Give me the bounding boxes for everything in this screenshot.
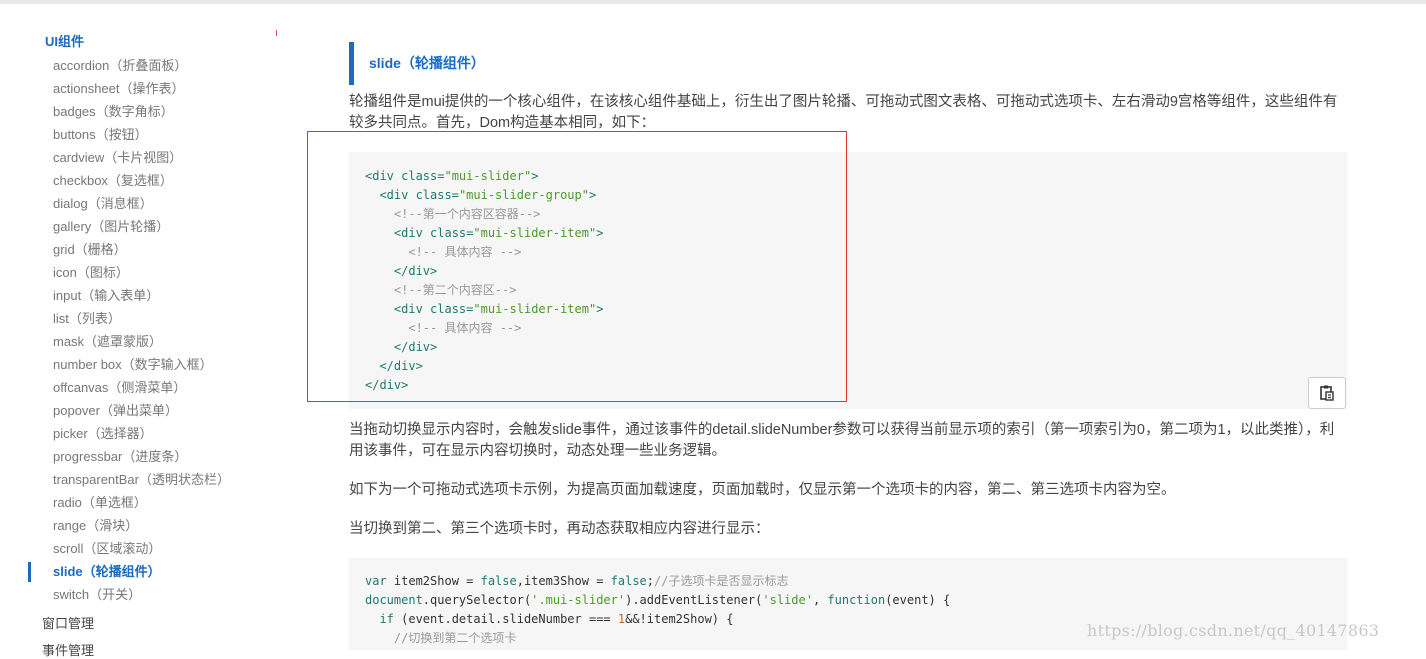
code-token: false (480, 574, 517, 588)
sidebar-section-title[interactable]: UI组件 (45, 31, 84, 50)
code-token: ,item3Show = (516, 574, 611, 588)
watermark-url: https://blog.csdn.net/qq_40147863 (1087, 621, 1380, 640)
sidebar-item[interactable]: dialog（消息框） (0, 194, 300, 217)
code-token: &&!item2Show) { (625, 612, 734, 626)
sidebar-list: accordion（折叠面板） actionsheet（操作表） badges（数字… (0, 56, 300, 608)
highlight-annotation-box (307, 131, 847, 402)
sidebar-item[interactable]: slide（轮播组件） (0, 562, 300, 585)
sidebar-item[interactable]: list（列表） (0, 309, 300, 332)
sidebar-item[interactable]: offcanvas（侧滑菜单） (0, 378, 300, 401)
code-token: , (812, 593, 828, 607)
code-token: 'slide' (762, 593, 813, 607)
sidebar-nav: UI组件 accordion（折叠面板） actionsheet（操作表） badg… (0, 0, 300, 658)
sidebar-item[interactable]: actionsheet（操作表） (0, 79, 300, 102)
sidebar-item[interactable]: switch（开关） (0, 585, 300, 608)
intro-paragraph: 轮播组件是mui提供的一个核心组件，在该核心组件基础上，衍生出了图片轮播、可拖动… (349, 94, 1338, 131)
sidebar-item[interactable]: number box（数字输入框） (0, 355, 300, 378)
code-token: function (827, 593, 886, 607)
code-token: //切换到第二个选项卡 (365, 631, 517, 645)
page-title: slide（轮播组件） (369, 55, 485, 71)
code-token: '.mui-slider' (531, 593, 626, 607)
page-title-block: slide（轮播组件） (349, 42, 485, 85)
example-paragraph: 如下为一个可拖动式选项卡示例，为提高页面加载速度，页面加载时，仅显示第一个选项卡… (349, 482, 1176, 498)
code-token: ).addEventListener( (625, 593, 763, 607)
sidebar-item[interactable]: range（滑块） (0, 516, 300, 539)
slide-event-paragraph: 当拖动切换显示内容时，会触发slide事件，通过该事件的detail.slide… (349, 422, 1335, 459)
code-token: ; (646, 574, 655, 588)
code-token: item2Show = (393, 574, 481, 588)
code-token: if (379, 612, 394, 626)
sidebar-item[interactable]: picker（选择器） (0, 424, 300, 447)
sidebar-section-window[interactable]: 窗口管理 (42, 613, 94, 632)
sidebar-item[interactable]: accordion（折叠面板） (0, 56, 300, 79)
code-token: document (365, 593, 423, 607)
code-token: (event) { (885, 593, 951, 607)
sidebar-item[interactable]: progressbar（进度条） (0, 447, 300, 470)
sidebar-item[interactable]: gallery（图片轮播） (0, 217, 300, 240)
copy-code-button[interactable] (1308, 377, 1346, 409)
code-token: .querySelector( (422, 593, 532, 607)
sidebar-item[interactable]: badges（数字角标） (0, 102, 300, 125)
sidebar-item[interactable]: scroll（区域滚动） (0, 539, 300, 562)
sidebar-item[interactable]: buttons（按钮） (0, 125, 300, 148)
code-token: (event.detail.slideNumber === (393, 612, 618, 626)
sidebar-item[interactable]: transparentBar（透明状态栏） (0, 470, 300, 493)
code-line: var item2Show = false,item3Show = false;… (365, 572, 1331, 591)
sidebar-item[interactable]: icon（图标） (0, 263, 300, 286)
code-line: document.querySelector('.mui-slider').ad… (365, 591, 1331, 610)
clipboard-icon (1320, 385, 1334, 401)
sidebar-item[interactable]: cardview（卡片视图） (0, 148, 300, 171)
code-token: //子选项卡是否显示标志 (654, 574, 789, 588)
code-token: var (365, 574, 394, 588)
sidebar-item[interactable]: radio（单选框） (0, 493, 300, 516)
switch-paragraph: 当切换到第二、第三个选项卡时，再动态获取相应内容进行显示： (349, 521, 770, 537)
sidebar-item[interactable]: checkbox（复选框） (0, 171, 300, 194)
sidebar-item[interactable]: grid（栅格） (0, 240, 300, 263)
sidebar-marker (276, 30, 277, 36)
code-token: false (610, 574, 647, 588)
sidebar-item[interactable]: popover（弹出菜单） (0, 401, 300, 424)
sidebar-item[interactable]: mask（遮罩蒙版） (0, 332, 300, 355)
sidebar-item[interactable]: input（输入表单） (0, 286, 300, 309)
